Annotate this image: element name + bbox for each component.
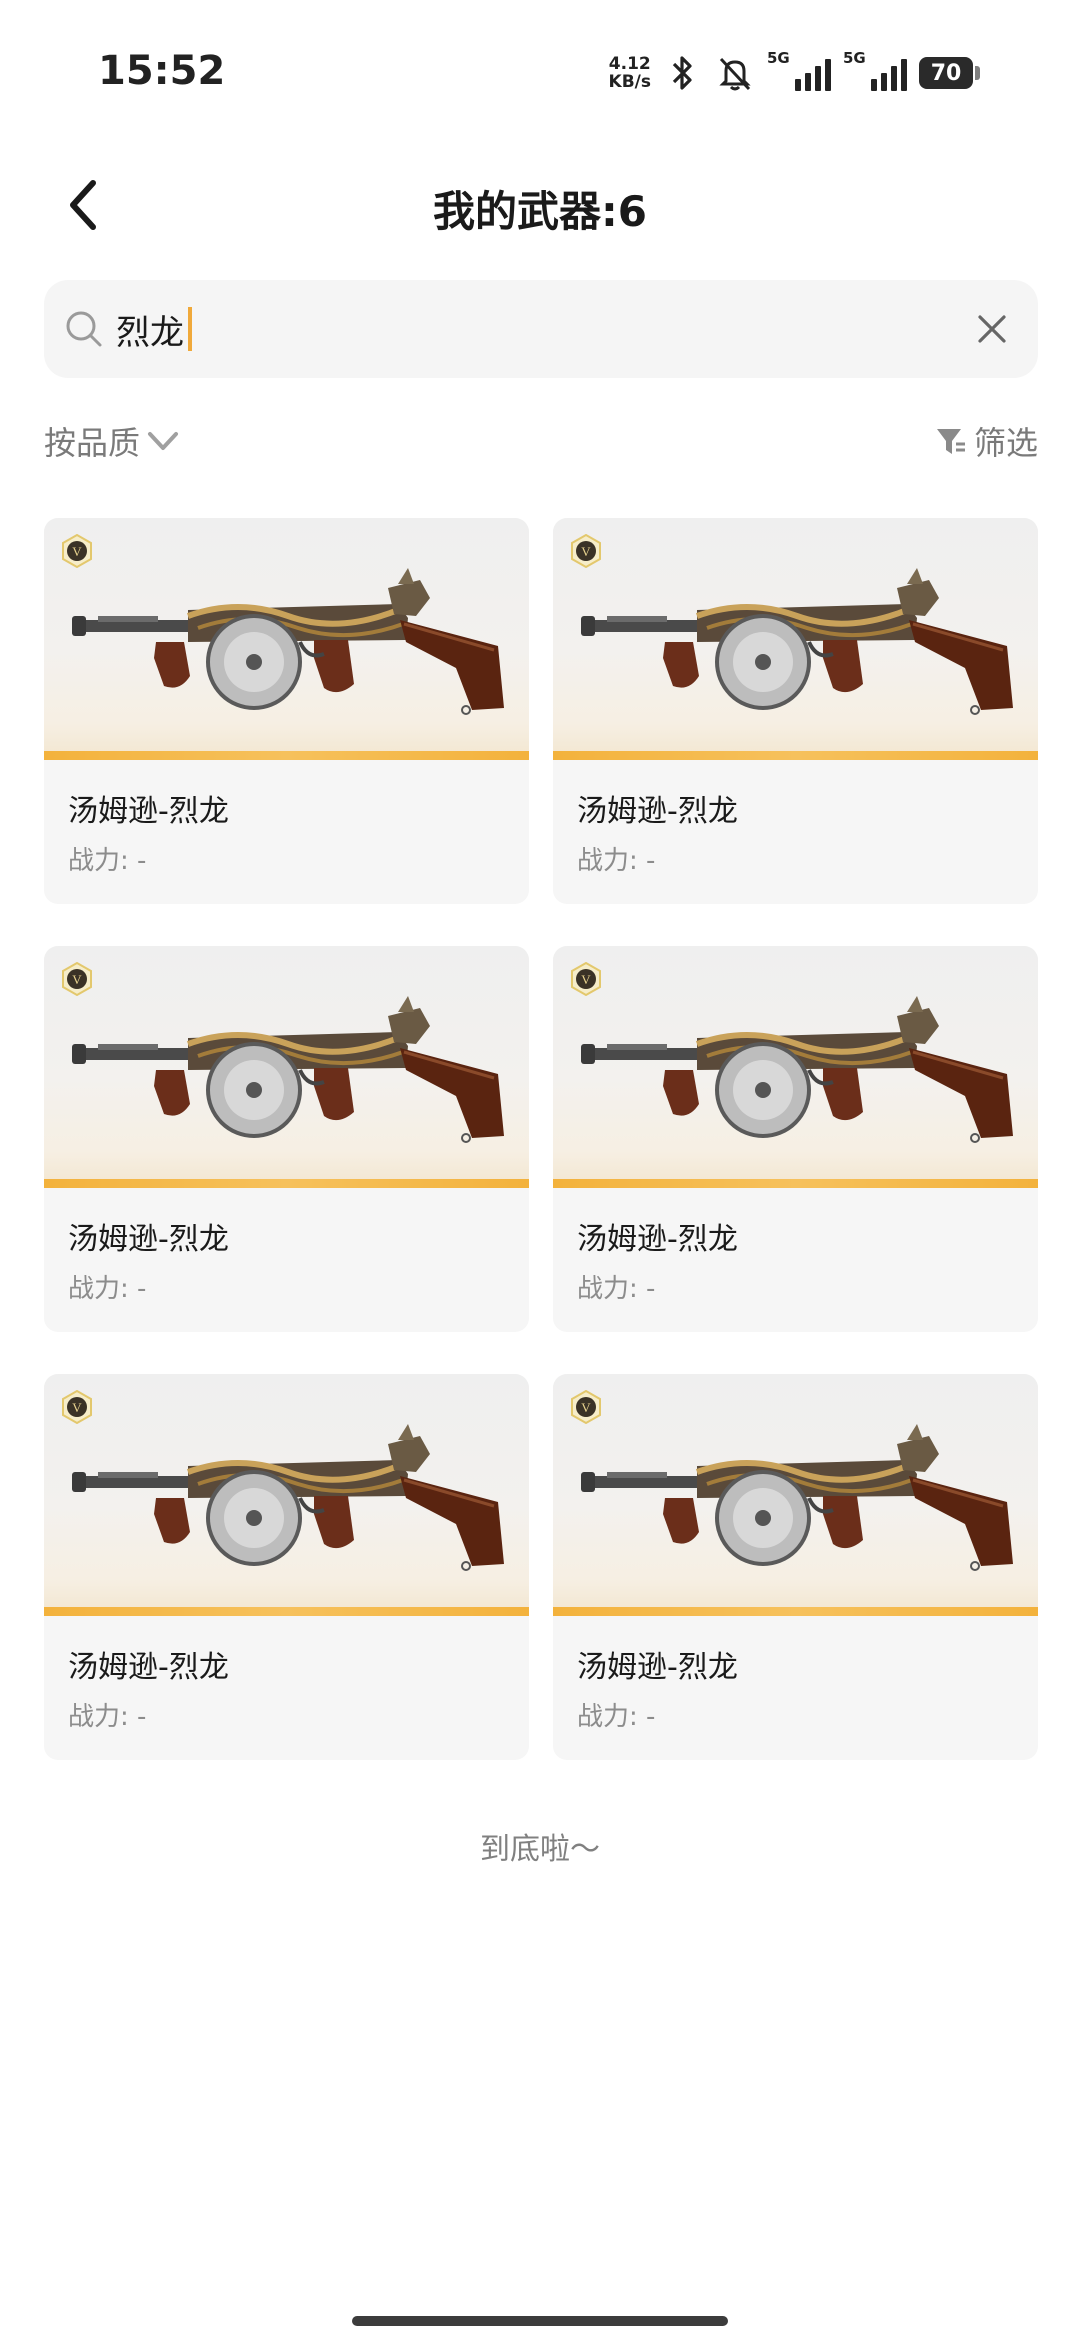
battery-icon: 70 [919,57,980,89]
tommy-gun-image [72,996,504,1143]
bluetooth-icon [663,53,703,93]
weapon-name: 汤姆逊-烈龙 [68,794,229,829]
close-icon[interactable] [972,309,1012,349]
weapon-image: V [553,946,1038,1188]
tommy-gun-image [581,1424,1013,1571]
filter-button[interactable]: 筛选 [934,418,1038,464]
quality-stripe [44,1179,529,1188]
search-icon [66,311,102,347]
weapon-name: 汤姆逊-烈龙 [577,1650,738,1685]
sort-label: 按品质 [44,424,141,462]
quality-stripe [44,1607,529,1616]
tommy-gun-image [581,996,1013,1143]
svg-text:V: V [581,544,591,559]
signal-label: 5G [767,49,790,67]
weapon-power: 战力: - [68,846,147,876]
quality-stripe [553,1607,1038,1616]
svg-text:V: V [72,972,82,987]
weapon-grid: V 汤姆逊-烈龙 战力: - V 汤姆逊-烈龙 战力: - V 汤姆逊-烈龙 战… [44,518,1038,1760]
sort-by-quality-button[interactable]: 按品质 [44,418,180,464]
weapon-card[interactable]: V 汤姆逊-烈龙 战力: - [44,518,529,904]
bell-muted-icon [715,53,755,93]
page-title: 我的武器:6 [432,187,648,236]
filter-label: 筛选 [973,424,1038,462]
weapon-image: V [44,518,529,760]
weapon-card[interactable]: V 汤姆逊-烈龙 战力: - [553,518,1038,904]
weapon-image: V [44,946,529,1188]
weapon-image: V [553,1374,1038,1616]
weapon-image: V [553,518,1038,760]
text-caret [188,307,192,351]
quality-stripe [44,751,529,760]
weapons-page: 15:52 4.12 KB/s 5G 5G 70 我的武器:6 烈龙 按品质 筛… [0,0,1080,2347]
weapon-name: 汤姆逊-烈龙 [68,1650,229,1685]
funnel-icon [936,429,965,454]
chevron-down-icon [148,432,179,450]
status-bar: 15:52 4.12 KB/s 5G 5G 70 [0,0,1080,140]
weapon-power: 战力: - [68,1274,147,1304]
net-speed: 4.12 KB/s [609,55,651,91]
weapon-power: 战力: - [577,1702,656,1732]
quality-stripe [553,751,1038,760]
weapon-card[interactable]: V 汤姆逊-烈龙 战力: - [44,1374,529,1760]
weapon-name: 汤姆逊-烈龙 [68,1222,229,1257]
weapon-card[interactable]: V 汤姆逊-烈龙 战力: - [553,946,1038,1332]
tommy-gun-image [72,568,504,715]
search-input-value: 烈龙 [116,312,184,353]
tommy-gun-image [72,1424,504,1571]
svg-text:V: V [72,1400,82,1415]
svg-text:V: V [581,1400,591,1415]
weapon-power: 战力: - [577,846,656,876]
tommy-gun-image [581,568,1013,715]
weapon-card[interactable]: V 汤姆逊-烈龙 战力: - [44,946,529,1332]
weapon-power: 战力: - [577,1274,656,1304]
quality-stripe [553,1179,1038,1188]
search-bar[interactable]: 烈龙 [44,280,1038,378]
svg-text:V: V [72,544,82,559]
battery-level: 70 [919,57,973,89]
signal-icon: 5G [767,49,831,91]
net-speed-unit: KB/s [608,72,651,92]
sort-filter-bar: 按品质 筛选 [44,418,1038,474]
search-input[interactable]: 烈龙 [116,305,192,354]
status-time: 15:52 [98,48,226,94]
signal-icon: 5G [843,49,907,91]
weapon-card[interactable]: V 汤姆逊-烈龙 战力: - [553,1374,1038,1760]
weapon-power: 战力: - [68,1702,147,1732]
weapon-name: 汤姆逊-烈龙 [577,1222,738,1257]
svg-text:V: V [581,972,591,987]
net-speed-value: 4.12 [608,54,651,74]
weapon-name: 汤姆逊-烈龙 [577,794,738,829]
status-icons: 4.12 KB/s 5G 5G 70 [609,48,980,98]
end-of-list-text: 到底啦～ [480,1832,600,1867]
signal-label: 5G [843,49,866,67]
header: 我的武器:6 [0,160,1080,250]
home-indicator[interactable] [352,2316,728,2326]
weapon-image: V [44,1374,529,1616]
